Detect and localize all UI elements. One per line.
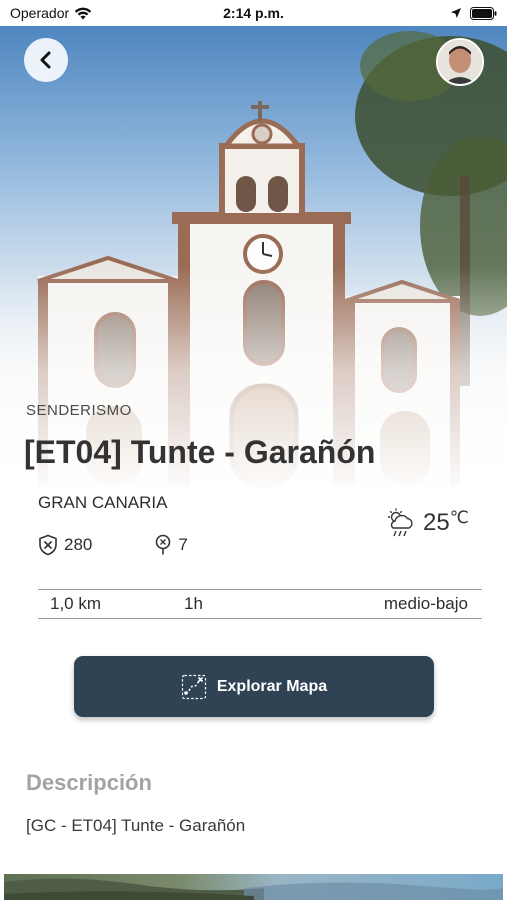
description-text: [GC - ET04] Tunte - Garañón <box>26 816 246 835</box>
duration-value: 1h <box>184 594 203 613</box>
landscape-image <box>4 878 503 900</box>
difficulty-value: medio-bajo <box>383 594 468 613</box>
battery-icon <box>470 6 497 20</box>
shield-icon <box>39 534 57 556</box>
stat-score: 280 <box>38 534 92 556</box>
status-left: Operador <box>10 5 92 21</box>
category-label: SENDERISMO <box>26 402 132 419</box>
route-stats: 280 7 <box>38 534 188 556</box>
back-button[interactable] <box>24 38 68 82</box>
stat-points-value: 7 <box>178 535 188 554</box>
location-arrow-icon <box>451 8 461 18</box>
map-route-icon <box>181 674 206 699</box>
explore-map-label: Explorar Mapa <box>216 677 328 695</box>
route-specs: 1,0 km 1h medio-bajo <box>38 590 482 618</box>
gallery-image[interactable] <box>4 874 503 900</box>
pin-icon <box>156 534 171 555</box>
wifi-icon <box>74 7 92 19</box>
island-label: GRAN CANARIA <box>38 493 168 512</box>
page-title: [ET04] Tunte - Garañón <box>24 434 376 470</box>
temperature-unit: ℃ <box>449 508 469 527</box>
specs-bottom-divider <box>38 618 482 619</box>
temperature-value: 25 <box>423 509 450 536</box>
avatar-image <box>438 40 482 84</box>
carrier-label: Operador <box>10 5 70 21</box>
stat-points: 7 <box>154 534 188 556</box>
explore-map-button[interactable]: Explorar Mapa <box>74 656 434 717</box>
distance-value: 1,0 km <box>50 594 102 613</box>
stat-score-value: 280 <box>64 535 93 554</box>
hero-image <box>0 26 507 496</box>
avatar[interactable] <box>436 38 484 86</box>
weather-widget: 25 ℃ <box>383 506 469 540</box>
cloudy-rain-icon <box>388 508 413 537</box>
status-bar: Operador 2:14 p.m. <box>0 0 507 26</box>
back-arrow-icon <box>40 51 51 69</box>
description-heading: Descripción <box>26 770 152 795</box>
status-right <box>450 6 497 20</box>
